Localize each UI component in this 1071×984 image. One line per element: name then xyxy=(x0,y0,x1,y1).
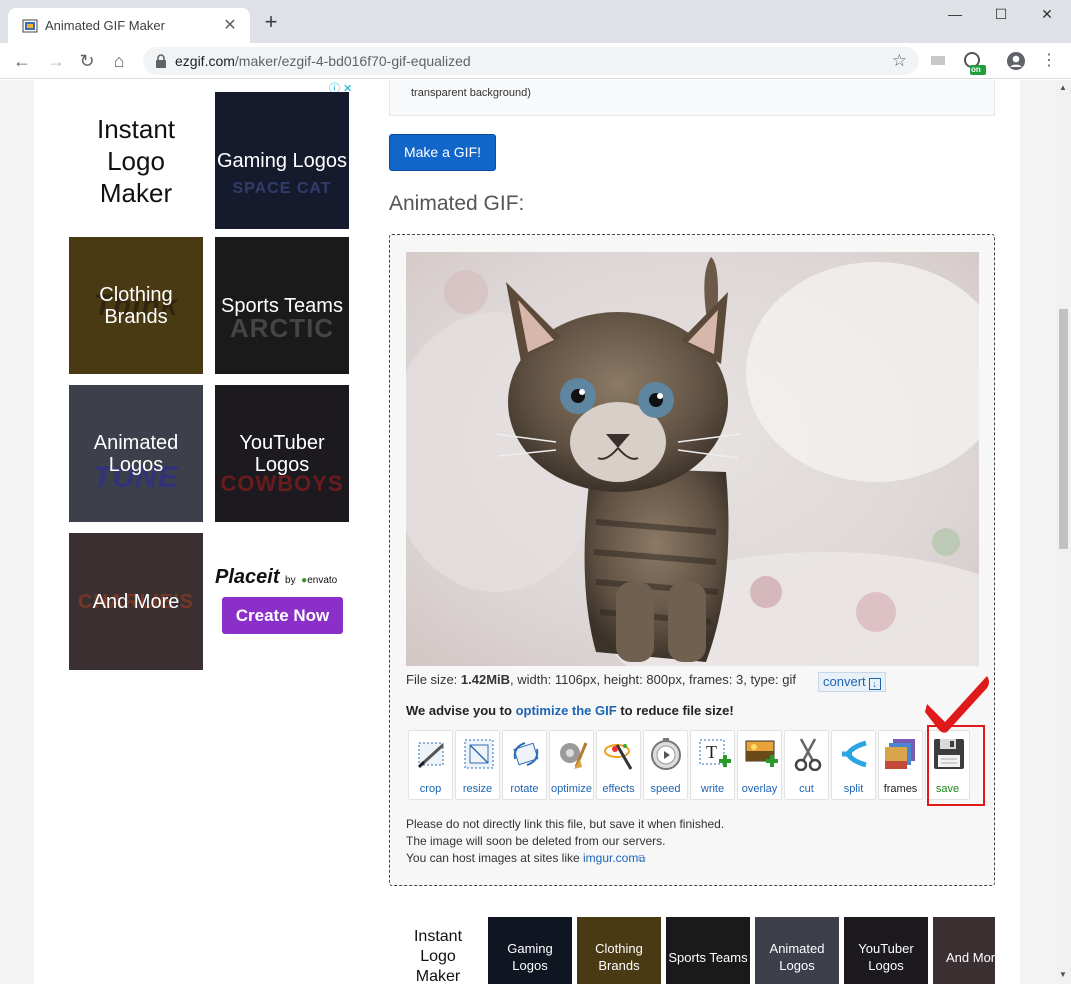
external-link-icon: ⧉ xyxy=(638,854,646,865)
forward-icon[interactable]: → xyxy=(45,50,67,72)
home-icon[interactable]: ⌂ xyxy=(108,50,130,72)
split-icon xyxy=(842,740,867,768)
options-info-box: transparent background) xyxy=(389,80,995,116)
new-tab-button[interactable]: + xyxy=(260,11,282,34)
tool-crop[interactable]: crop xyxy=(408,730,453,800)
page-margin-right xyxy=(1020,80,1055,984)
strip-tile-and-more[interactable]: And More xyxy=(933,917,995,984)
save-highlight-box xyxy=(927,725,985,806)
checkmark-icon xyxy=(925,676,989,733)
extension-icon[interactable] xyxy=(929,51,947,69)
ad-tile-gaming-logos[interactable]: SPACE CAT Gaming Logos xyxy=(215,92,349,229)
browser-toolbar: ← → ↻ ⌂ ezgif.com/maker/ezgif-4-bd016f70… xyxy=(0,43,1071,79)
strip-tile-instant-logo[interactable]: Instant Logo Maker xyxy=(407,917,469,984)
tool-effects[interactable]: effects xyxy=(596,730,641,800)
optimize-link[interactable]: optimize the GIF xyxy=(516,703,617,718)
extension-badge: on xyxy=(971,65,981,74)
placeit-logo: Placeit by ●envato xyxy=(215,566,338,588)
resize-icon xyxy=(464,739,494,769)
tool-rotate[interactable]: rotate xyxy=(502,730,547,800)
maximize-icon[interactable]: ☐ xyxy=(978,6,1024,23)
ad-tile-youtuber-logos[interactable]: COWBOYS YouTuber Logos xyxy=(215,385,349,522)
gif-preview-image[interactable] xyxy=(406,252,979,666)
optimize-advice: We advise you to optimize the GIF to red… xyxy=(406,703,734,718)
frames-icon xyxy=(885,739,915,769)
write-icon: T xyxy=(699,739,731,767)
scroll-up-icon[interactable]: ▲ xyxy=(1059,83,1067,92)
browser-tab[interactable]: Animated GIF Maker ✕ xyxy=(8,8,250,43)
ezgif-favicon-icon xyxy=(22,19,38,33)
tool-write[interactable]: T write xyxy=(690,730,735,800)
tab-title: Animated GIF Maker xyxy=(45,18,165,33)
url-text: ezgif.com/maker/ezgif-4-bd016f70-gif-equ… xyxy=(175,53,471,69)
tab-strip: Animated GIF Maker ✕ + — ☐ ✕ xyxy=(0,0,1071,43)
page-viewport: ⓘ ✕ Instant Logo Maker SPACE CAT Gaming L… xyxy=(0,80,1055,984)
make-gif-button[interactable]: Make a GIF! xyxy=(389,134,496,171)
optimize-icon xyxy=(560,742,588,769)
tool-overlay[interactable]: overlay xyxy=(737,730,782,800)
minimize-icon[interactable]: — xyxy=(932,6,978,22)
file-info: File size: 1.42MiB, width: 1106px, heigh… xyxy=(406,672,796,687)
strip-tile-youtuber-logos[interactable]: YouTuber Logos xyxy=(844,917,928,984)
tool-cut[interactable]: cut xyxy=(784,730,829,800)
address-bar[interactable]: ezgif.com/maker/ezgif-4-bd016f70-gif-equ… xyxy=(143,47,919,75)
svg-text:T: T xyxy=(706,742,717,762)
strip-tile-clothing-brands[interactable]: Clothing Brands xyxy=(577,917,661,984)
menu-kebab-icon[interactable]: ⋮ xyxy=(1038,50,1060,72)
tool-frames[interactable]: frames xyxy=(878,730,923,800)
bookmark-star-icon[interactable]: ☆ xyxy=(892,51,907,71)
scissors-icon xyxy=(794,738,822,771)
page-margin-left xyxy=(0,80,34,984)
ad-tile-sports-teams[interactable]: ARCTIC Sports Teams xyxy=(215,237,349,374)
tool-resize[interactable]: resize xyxy=(455,730,500,800)
tab-close-icon[interactable]: ✕ xyxy=(220,15,240,35)
ad-tile-clothing-brands[interactable]: Think Clothing Brands xyxy=(69,237,203,374)
profile-avatar-icon[interactable] xyxy=(1006,51,1026,71)
scrollbar-thumb[interactable] xyxy=(1059,309,1068,549)
ad-tile-animated-logos[interactable]: TUNE Animated Logos xyxy=(69,385,203,522)
tool-speed[interactable]: speed xyxy=(643,730,688,800)
speed-icon xyxy=(651,738,681,770)
scroll-down-icon[interactable]: ▼ xyxy=(1059,970,1067,979)
rotate-icon xyxy=(513,742,539,766)
crop-icon xyxy=(417,742,445,769)
window-close-icon[interactable]: ✕ xyxy=(1024,6,1070,23)
save-notes: Please do not directly link this file, b… xyxy=(406,817,725,865)
download-arrow-icon: ↓ xyxy=(868,678,881,690)
ad-tile-and-more[interactable]: CHARLIE'S And More xyxy=(69,533,203,670)
overlay-icon xyxy=(745,740,778,767)
strip-tile-gaming-logos[interactable]: Gaming Logos xyxy=(488,917,572,984)
tool-optimize[interactable]: optimize xyxy=(549,730,594,800)
convert-button[interactable]: convert ↓ xyxy=(818,672,886,692)
strip-tile-sports-teams[interactable]: Sports Teams xyxy=(666,917,750,984)
section-title: Animated GIF: xyxy=(389,192,525,215)
lock-icon xyxy=(156,54,166,68)
effects-icon xyxy=(604,744,633,770)
strip-tile-animated-logos[interactable]: Animated Logos xyxy=(755,917,839,984)
imgur-link[interactable]: imgur.com xyxy=(583,851,638,865)
gif-result-box: File size: 1.42MiB, width: 1106px, heigh… xyxy=(389,234,995,886)
ad-tile-instant-logo[interactable]: Instant Logo Maker xyxy=(69,92,203,229)
reload-icon[interactable]: ↻ xyxy=(76,50,98,72)
create-now-button[interactable]: Create Now xyxy=(222,597,343,634)
page-scrollbar[interactable]: ▲ ▼ xyxy=(1055,80,1071,984)
tool-split[interactable]: split xyxy=(831,730,876,800)
back-icon[interactable]: ← xyxy=(11,50,33,72)
